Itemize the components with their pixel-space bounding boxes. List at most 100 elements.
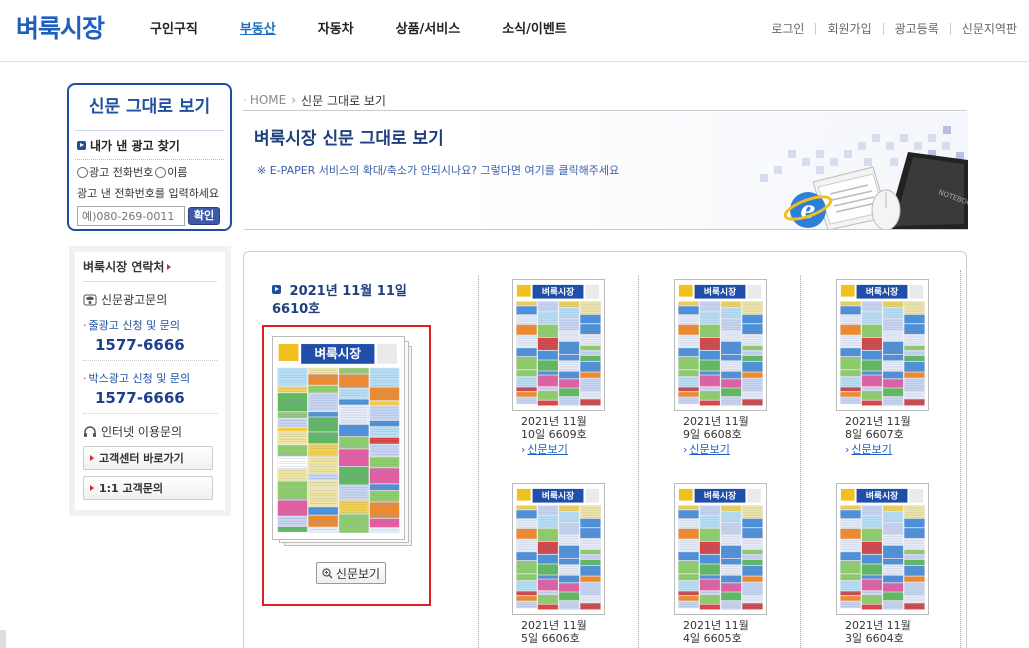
signup-link[interactable]: 회원가입 <box>827 20 871 37</box>
find-my-ad-heading: 내가 낸 광고 찾기 <box>77 137 222 153</box>
divider <box>83 413 217 414</box>
headset-icon <box>84 425 96 437</box>
search-row: 확인 <box>77 206 222 226</box>
issue-thumbnail-6607[interactable]: 벼룩시장 <box>836 279 929 411</box>
divider <box>960 270 961 648</box>
divider <box>478 275 479 648</box>
svg-text:벼룩시장: 벼룩시장 <box>866 490 898 502</box>
nav-goods[interactable]: 상품/서비스 <box>396 18 461 37</box>
current-issue-thumbnail[interactable]: 벼룩시장 <box>272 336 405 540</box>
issue-number: 8일 6607호 <box>845 428 904 441</box>
main-nav: 구인구직 부동산 자동차 상품/서비스 소식/이벤트 <box>150 18 609 37</box>
internet-inquiry-heading: 인터넷 이용문의 <box>83 423 217 440</box>
customer-center-button[interactable]: 고객센터 바로가기 <box>83 446 213 470</box>
nav-jobs[interactable]: 구인구직 <box>150 18 198 37</box>
issue-thumbnail-6604[interactable]: 벼룩시장 <box>836 483 929 615</box>
newspaper-page-image: 벼룩시장 <box>837 280 928 410</box>
breadcrumb-home[interactable]: HOME <box>250 93 286 107</box>
nav-cars[interactable]: 자동차 <box>318 18 354 37</box>
page-title: 벼룩시장 신문 그대로 보기 <box>254 129 444 149</box>
regional-edition-link[interactable]: 신문지역판 <box>962 20 1017 37</box>
ad-search-box: 신문 그대로 보기 내가 낸 광고 찾기 광고 전화번호 이름 광고 낸 전화번… <box>67 83 232 231</box>
find-my-ad-label: 내가 낸 광고 찾기 <box>90 138 180 153</box>
issue-thumbnail-6606[interactable]: 벼룩시장 <box>512 483 605 615</box>
issue-number: 10일 6609호 <box>521 428 587 441</box>
issue-caption: 2021년 11월 8일 6607호 <box>845 415 935 441</box>
divider <box>815 22 817 35</box>
search-hint: 광고 낸 전화번호를 입력하세요 <box>77 187 220 200</box>
newspaper-page-image: 벼룩시장 <box>675 484 766 614</box>
issue-caption: 2021년 11월 9일 6608호 <box>683 415 773 441</box>
contact-box: 벼룩시장 연락처 신문광고문의 줄광고 신청 및 문의 1577-6666 박스… <box>69 246 231 516</box>
notebook-illustration: e NOTEBOOK <box>760 126 968 229</box>
issue-thumbnail-6608[interactable]: 벼룩시장 <box>674 279 767 411</box>
magnifier-icon <box>322 567 333 579</box>
nav-news[interactable]: 소식/이벤트 <box>502 18 567 37</box>
divider <box>949 22 951 35</box>
contact-title: 벼룩시장 연락처 <box>83 258 217 282</box>
issue-number: 9일 6608호 <box>683 428 742 441</box>
epaper-help-link[interactable]: ※ E-PAPER 서비스의 확대/축소가 안되시나요? 그렇다면 여기를 클릭… <box>257 162 619 178</box>
view-newspaper-label: 신문보기 <box>335 566 381 581</box>
radio-name-label[interactable]: 이름 <box>167 164 187 180</box>
chevron-right-icon: › <box>291 93 297 107</box>
triangle-right-icon <box>90 485 94 491</box>
newspaper-page-image: 벼룩시장 <box>837 484 928 614</box>
site-logo[interactable]: 벼룩시장 <box>16 9 105 45</box>
view-issue-link[interactable]: 신문보기 <box>683 441 729 457</box>
nav-real-estate[interactable]: 부동산 <box>240 18 276 37</box>
scrollbar[interactable] <box>0 630 6 648</box>
line-ad-phone: 1577-6666 <box>95 336 185 354</box>
radio-phone[interactable] <box>77 166 88 178</box>
radio-phone-label[interactable]: 광고 전화번호 <box>89 164 153 180</box>
issue-number: 5일 6606호 <box>521 632 580 645</box>
issue-thumbnail-6609[interactable]: 벼룩시장 <box>512 279 605 411</box>
issue-number: 3일 6604호 <box>845 632 904 645</box>
newspaper-page-image: 벼룩시장 <box>273 337 404 539</box>
issue-thumbnail-6605[interactable]: 벼룩시장 <box>674 483 767 615</box>
view-issue-link[interactable]: 신문보기 <box>521 441 567 457</box>
login-link[interactable]: 로그인 <box>771 20 804 37</box>
svg-text:벼룩시장: 벼룩시장 <box>704 490 736 502</box>
bullet: · <box>243 93 247 107</box>
customer-center-label: 고객센터 바로가기 <box>99 452 184 465</box>
divider <box>638 275 639 648</box>
view-newspaper-button[interactable]: 신문보기 <box>316 562 386 584</box>
svg-text:벼룩시장: 벼룩시장 <box>542 286 574 298</box>
svg-text:벼룩시장: 벼룩시장 <box>315 346 362 361</box>
breadcrumb: · HOME › 신문 그대로 보기 <box>243 90 967 111</box>
svg-text:벼룩시장: 벼룩시장 <box>542 490 574 502</box>
triangle-right-icon <box>167 263 172 270</box>
newspaper-ad-heading: 신문광고문의 <box>83 291 217 308</box>
newspaper-page-image: 벼룩시장 <box>513 280 604 410</box>
line-ad-inquiry: 줄광고 신청 및 문의 <box>83 317 217 333</box>
issue-date: 2021년 11월 <box>845 619 911 632</box>
divider <box>75 159 224 160</box>
box-title: 신문 그대로 보기 <box>75 85 224 131</box>
phone-number-input[interactable] <box>77 206 185 226</box>
divider <box>882 22 884 35</box>
issue-caption: 2021년 11월 3일 6604호 <box>845 619 935 645</box>
issue-number: 4일 6605호 <box>683 632 742 645</box>
site-header: 벼룩시장 구인구직 부동산 자동차 상품/서비스 소식/이벤트 로그인 회원가입… <box>0 0 1029 62</box>
svg-text:벼룩시장: 벼룩시장 <box>866 286 898 298</box>
newspaper-page-image: 벼룩시장 <box>513 484 604 614</box>
box-ad-inquiry: 박스광고 신청 및 문의 <box>83 370 217 386</box>
post-ad-link[interactable]: 광고등록 <box>895 20 939 37</box>
current-issue-date-text: 2021년 11월 11일 6610호 <box>272 284 407 317</box>
issue-date: 2021년 11월 <box>521 415 587 428</box>
current-issue-date: 2021년 11월 11일 6610호 <box>272 283 440 319</box>
one-on-one-label: 1:1 고객문의 <box>99 482 164 495</box>
issue-date: 2021년 11월 <box>521 619 587 632</box>
phone-icon <box>83 294 97 305</box>
view-issue-link[interactable]: 신문보기 <box>845 441 891 457</box>
svg-text:벼룩시장: 벼룩시장 <box>704 286 736 298</box>
radio-name[interactable] <box>155 166 167 178</box>
issue-caption: 2021년 11월 4일 6605호 <box>683 619 773 645</box>
confirm-button[interactable]: 확인 <box>188 207 220 225</box>
issue-date: 2021년 11월 <box>845 415 911 428</box>
one-on-one-inquiry-button[interactable]: 1:1 고객문의 <box>83 476 213 500</box>
newspaper-ad-label: 신문광고문의 <box>101 293 168 307</box>
breadcrumb-current: 신문 그대로 보기 <box>301 93 386 108</box>
issue-date: 2021년 11월 <box>683 415 749 428</box>
